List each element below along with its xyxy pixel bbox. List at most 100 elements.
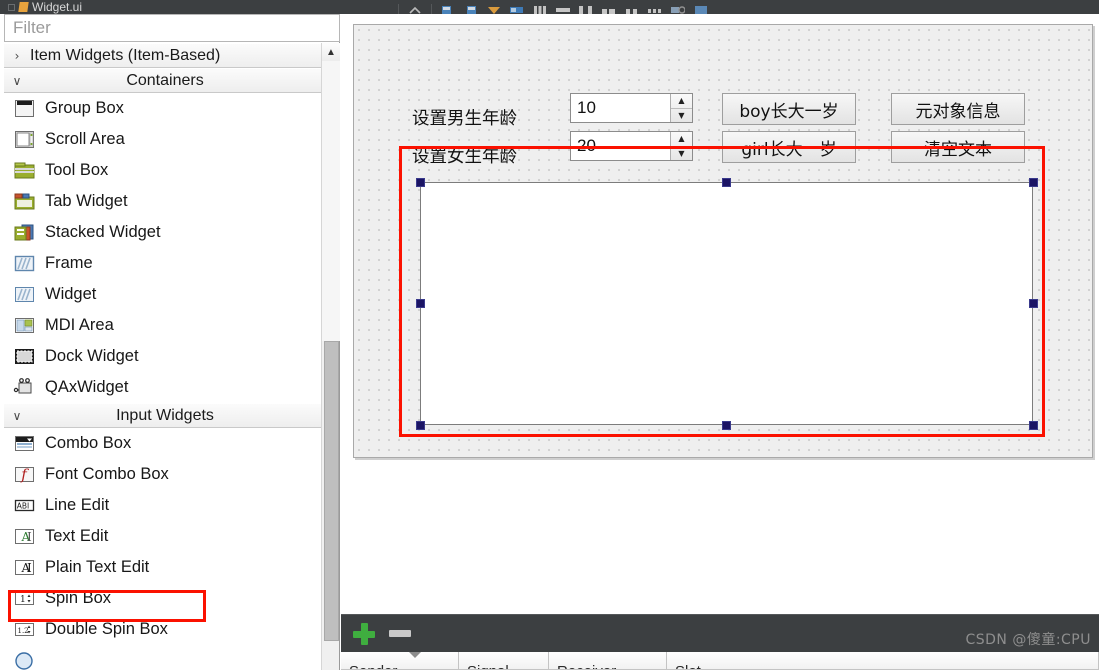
resize-handle-top-center[interactable] [722, 178, 731, 187]
widget-group-item-widgets[interactable]: › Item Widgets (Item-Based) [4, 43, 322, 68]
form-editor: 设置男生年龄 设置女生年龄 10 ▲ ▼ 20 ▲ ▼ boy长大一岁 girl… [341, 14, 1099, 614]
column-header-slot[interactable]: Slot [667, 652, 1099, 670]
button-boy-grow[interactable]: boy长大一岁 [722, 93, 856, 125]
widget-box-panel: Filter › Item Widgets (Item-Based) ∨ Con… [0, 14, 340, 670]
button-meta-object-info[interactable]: 元对象信息 [891, 93, 1025, 125]
editor-tab-label: Widget.ui [32, 0, 83, 14]
tab-widget-icon [13, 191, 36, 212]
resize-handle-middle-right[interactable] [1029, 299, 1038, 308]
preview-icon[interactable] [694, 6, 708, 14]
resize-handle-bottom-left[interactable] [416, 421, 425, 430]
text-edit-icon: A I [13, 526, 36, 547]
spinbox-buttons[interactable]: ▲ ▼ [670, 94, 692, 122]
spinbox-value[interactable]: 20 [571, 132, 670, 160]
widget-filter-input[interactable]: Filter [4, 14, 340, 42]
edit-signals-icon[interactable] [441, 6, 455, 14]
widget-item-spin-box[interactable]: 1 Spin Box [4, 583, 322, 614]
widget-group-input-widgets[interactable]: ∨ Input Widgets [4, 403, 322, 428]
widget-item-partial[interactable] [4, 645, 322, 670]
layout-form-icon[interactable] [625, 6, 639, 14]
widget-group-label: Input Widgets [116, 406, 214, 424]
widget-item-scroll-area[interactable]: Scroll Area [4, 124, 322, 155]
widget-item-dock-widget[interactable]: Dock Widget [4, 341, 322, 372]
column-header-signal[interactable]: Signal [459, 652, 549, 670]
widget-box-scrollbar[interactable]: ▲ [321, 43, 340, 670]
resize-handle-top-left[interactable] [416, 178, 425, 187]
chevron-right-icon[interactable]: › [4, 49, 30, 63]
form-canvas[interactable]: 设置男生年龄 设置女生年龄 10 ▲ ▼ 20 ▲ ▼ boy长大一岁 girl… [353, 24, 1093, 458]
widget-item-mdi-area[interactable]: MDI Area [4, 310, 322, 341]
resize-handle-bottom-center[interactable] [722, 421, 731, 430]
double-spin-box-icon: 1.2 [13, 619, 36, 640]
widget-item-qaxwidget[interactable]: QAxWidget [4, 372, 322, 403]
editor-tab-widget-ui[interactable]: Widget.ui [0, 0, 90, 14]
tool-box-icon [13, 160, 36, 181]
font-combo-box-icon: f [13, 464, 36, 485]
button-girl-grow[interactable]: girl长大一岁 [722, 131, 856, 163]
widget-item-label: Widget [45, 285, 97, 304]
signal-slot-table-header: Sender Signal Receiver Slot [341, 652, 1099, 670]
widget-item-label: Frame [45, 254, 93, 273]
layout-splitter-h-icon[interactable] [556, 6, 570, 14]
resize-handle-top-right[interactable] [1029, 178, 1038, 187]
widget-list[interactable]: › Item Widgets (Item-Based) ∨ Containers… [4, 43, 340, 670]
spin-up-icon[interactable]: ▲ [671, 132, 692, 147]
column-header-sender[interactable]: Sender [341, 652, 459, 670]
spin-up-icon[interactable]: ▲ [671, 94, 692, 109]
resize-handle-middle-left[interactable] [416, 299, 425, 308]
edit-buddies-icon[interactable] [464, 6, 478, 14]
plain-text-edit-widget[interactable] [420, 182, 1033, 425]
widget-item-label: Tool Box [45, 161, 109, 180]
widget-item-group-box[interactable]: Group Box [4, 93, 322, 124]
widget-item-widget[interactable]: Widget [4, 279, 322, 310]
edit-tab-order-icon[interactable] [487, 6, 501, 14]
edit-widgets-icon[interactable] [408, 6, 422, 14]
layout-splitter-v-icon[interactable] [579, 6, 593, 14]
svg-text:I: I [27, 530, 32, 544]
widget-item-tool-box[interactable]: Tool Box [4, 155, 322, 186]
signal-slot-editor: CSDN @傻童:CPU Sender Signal Receiver Slot [341, 614, 1099, 670]
scrollbar-thumb[interactable] [324, 341, 339, 641]
widget-item-tab-widget[interactable]: Tab Widget [4, 186, 322, 217]
layout-grid-icon[interactable] [602, 6, 616, 14]
widget-item-font-combo-box[interactable]: f Font Combo Box [4, 459, 322, 490]
widget-item-line-edit[interactable]: ABI Line Edit [4, 490, 322, 521]
resize-handle-bottom-right[interactable] [1029, 421, 1038, 430]
spinbox-value[interactable]: 10 [571, 94, 670, 122]
layout-horizontal-icon[interactable] [510, 6, 524, 14]
close-icon[interactable] [8, 3, 15, 11]
widget-item-label: Line Edit [45, 496, 110, 515]
spinbox-girl-age[interactable]: 20 ▲ ▼ [570, 131, 693, 161]
widget-item-text-edit[interactable]: A I Text Edit [4, 521, 322, 552]
chevron-down-icon[interactable]: ∨ [4, 74, 30, 88]
watermark-text: CSDN @傻童:CPU [965, 632, 1091, 648]
chevron-down-icon[interactable]: ∨ [4, 409, 30, 423]
widget-item-plain-text-edit[interactable]: A I Plain Text Edit [4, 552, 322, 583]
spin-down-icon[interactable]: ▼ [671, 147, 692, 161]
widget-item-stacked-widget[interactable]: Stacked Widget [4, 217, 322, 248]
qax-widget-icon [13, 377, 36, 398]
widget-item-frame[interactable]: Frame [4, 248, 322, 279]
widget-item-label: Group Box [45, 99, 124, 118]
spin-down-icon[interactable]: ▼ [671, 109, 692, 123]
widget-item-double-spin-box[interactable]: 1.2 Double Spin Box [4, 614, 322, 645]
widget-item-label: Stacked Widget [45, 223, 161, 242]
widget-item-combo-box[interactable]: Combo Box [4, 428, 322, 459]
add-icon[interactable] [353, 622, 375, 645]
break-layout-icon[interactable] [648, 6, 662, 14]
remove-icon[interactable] [389, 630, 411, 637]
layout-vertical-icon[interactable] [533, 6, 547, 14]
widget-group-containers[interactable]: ∨ Containers [4, 68, 322, 93]
top-toolbar: Widget.ui [0, 0, 1099, 14]
column-header-receiver[interactable]: Receiver [549, 652, 667, 670]
scrollbar-track-upper[interactable] [322, 61, 340, 341]
spinbox-buttons[interactable]: ▲ ▼ [670, 132, 692, 160]
label-boy-age[interactable]: 设置男生年龄 [412, 105, 517, 130]
chevron-up-icon[interactable]: ▲ [322, 43, 340, 61]
widget-item-label: Plain Text Edit [45, 558, 150, 577]
spinbox-boy-age[interactable]: 10 ▲ ▼ [570, 93, 693, 123]
adjust-size-icon[interactable] [671, 6, 685, 14]
label-girl-age[interactable]: 设置女生年龄 [412, 143, 517, 168]
widget-item-label: Double Spin Box [45, 620, 168, 639]
button-clear-text[interactable]: 清空文本 [891, 131, 1025, 163]
